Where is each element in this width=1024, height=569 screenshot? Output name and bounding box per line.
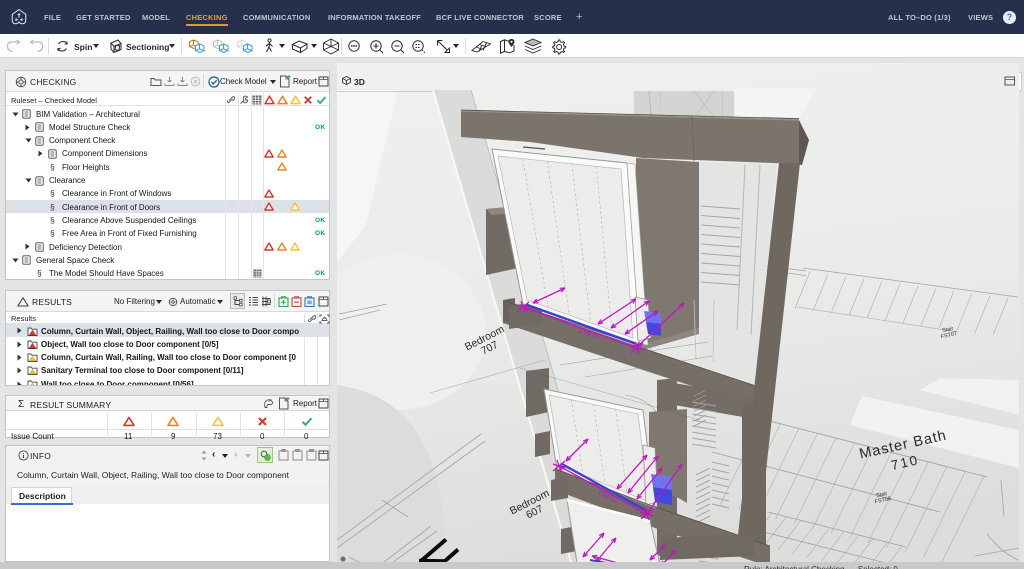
svg-text:3D: 3D [354, 77, 365, 87]
